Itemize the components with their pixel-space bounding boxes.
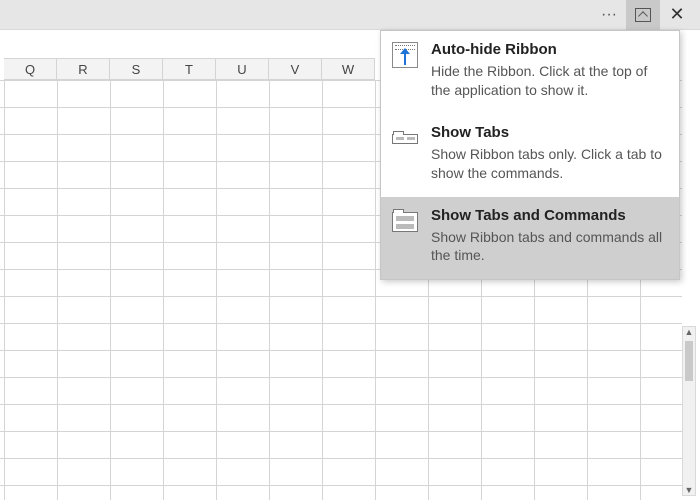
ribbon-display-options-icon xyxy=(635,8,651,22)
column-header[interactable]: U xyxy=(216,58,269,80)
scroll-up-icon[interactable]: ▲ xyxy=(685,327,694,337)
close-icon: ✕ xyxy=(669,4,684,25)
title-bar: ··· ✕ xyxy=(0,0,700,30)
ellipsis-icon: ··· xyxy=(601,6,617,24)
column-header[interactable]: S xyxy=(110,58,163,80)
app-window: ··· ✕ Q R S T U V W ▲ ▼ Auto-hide R xyxy=(0,0,700,500)
scroll-down-icon[interactable]: ▼ xyxy=(685,485,694,495)
ribbon-display-options-button[interactable] xyxy=(626,0,660,30)
vertical-scrollbar[interactable]: ▲ ▼ xyxy=(682,326,696,496)
column-header[interactable]: R xyxy=(57,58,110,80)
show-tabs-icon xyxy=(391,124,419,152)
column-header[interactable]: Q xyxy=(4,58,57,80)
ribbon-display-options-menu: Auto-hide Ribbon Hide the Ribbon. Click … xyxy=(380,30,680,280)
menu-item-description: Hide the Ribbon. Click at the top of the… xyxy=(431,62,667,100)
menu-item-text: Show Tabs and Commands Show Ribbon tabs … xyxy=(431,207,667,266)
show-tabs-commands-icon xyxy=(391,207,419,235)
menu-item-auto-hide-ribbon[interactable]: Auto-hide Ribbon Hide the Ribbon. Click … xyxy=(381,31,679,114)
column-header[interactable]: V xyxy=(269,58,322,80)
close-window-button[interactable]: ✕ xyxy=(660,0,694,30)
more-options-button[interactable]: ··· xyxy=(592,0,626,30)
menu-item-title: Auto-hide Ribbon xyxy=(431,41,667,58)
column-header[interactable]: T xyxy=(163,58,216,80)
scrollbar-thumb[interactable] xyxy=(685,341,693,381)
menu-item-text: Auto-hide Ribbon Hide the Ribbon. Click … xyxy=(431,41,667,100)
menu-item-title: Show Tabs and Commands xyxy=(431,207,667,224)
column-header[interactable]: W xyxy=(322,58,375,80)
menu-item-show-tabs[interactable]: Show Tabs Show Ribbon tabs only. Click a… xyxy=(381,114,679,197)
menu-item-description: Show Ribbon tabs only. Click a tab to sh… xyxy=(431,145,667,183)
menu-item-title: Show Tabs xyxy=(431,124,667,141)
auto-hide-ribbon-icon xyxy=(391,41,419,69)
menu-item-show-tabs-and-commands[interactable]: Show Tabs and Commands Show Ribbon tabs … xyxy=(381,197,679,280)
menu-item-text: Show Tabs Show Ribbon tabs only. Click a… xyxy=(431,124,667,183)
menu-item-description: Show Ribbon tabs and commands all the ti… xyxy=(431,228,667,266)
